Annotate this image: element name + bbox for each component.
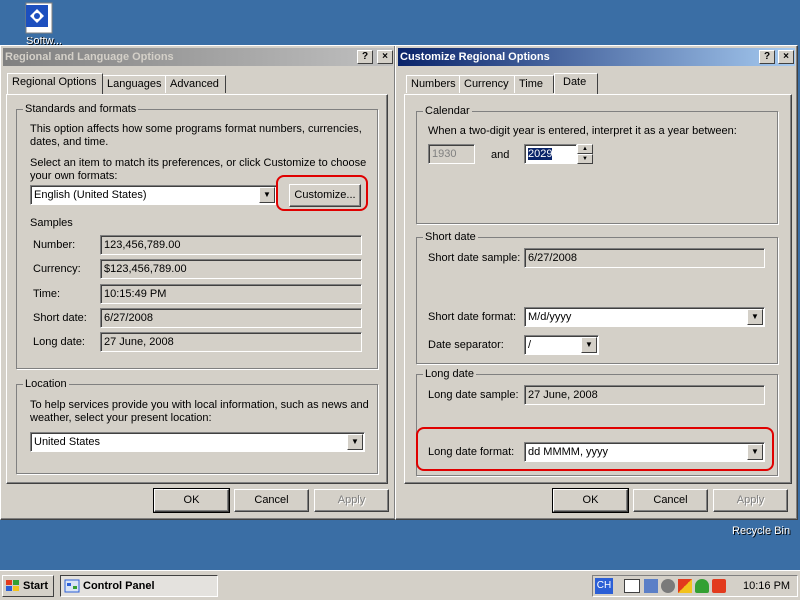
tab-date[interactable]: Date bbox=[554, 73, 598, 94]
right-close-button[interactable]: × bbox=[778, 50, 794, 64]
sample-number-value: 123,456,789.00 bbox=[100, 235, 362, 255]
right-apply-button[interactable]: Apply bbox=[713, 489, 788, 512]
tab-currency[interactable]: Currency bbox=[459, 75, 515, 93]
standards-formats-group: Standards and formats This option affect… bbox=[16, 103, 378, 369]
sample-time-label: Time: bbox=[33, 288, 61, 300]
sample-short-date-value: 6/27/2008 bbox=[100, 308, 362, 328]
calendar-to-year-input[interactable]: 2029 bbox=[524, 144, 577, 164]
chevron-down-icon[interactable]: ▼ bbox=[259, 187, 275, 203]
location-description: To help services provide you with local … bbox=[30, 399, 369, 424]
spin-down-icon[interactable]: ▼ bbox=[577, 154, 593, 164]
start-label: Start bbox=[23, 580, 49, 592]
tab-advanced[interactable]: Advanced bbox=[165, 75, 226, 93]
long-date-sample-label: Long date sample: bbox=[428, 389, 519, 401]
right-window-titlebar[interactable]: Customize Regional Options bbox=[398, 48, 795, 66]
sample-currency-value: $123,456,789.00 bbox=[100, 259, 362, 279]
short-date-format-label: Short date format: bbox=[428, 311, 517, 323]
date-separator-value: / bbox=[528, 339, 532, 351]
long-date-sample-value: 27 June, 2008 bbox=[524, 385, 765, 405]
left-ok-button[interactable]: OK bbox=[153, 488, 230, 513]
right-ok-button[interactable]: OK bbox=[552, 488, 629, 513]
right-tab-strip: Numbers Currency Time Date bbox=[404, 73, 794, 95]
chevron-down-icon[interactable]: ▼ bbox=[347, 434, 363, 450]
location-dropdown[interactable]: United States ▼ bbox=[30, 432, 365, 452]
sample-currency-label: Currency: bbox=[33, 263, 81, 275]
left-tab-strip: Regional Options Languages Advanced bbox=[5, 73, 395, 95]
sample-time-value: 10:15:49 PM bbox=[100, 284, 362, 304]
right-window-title: Customize Regional Options bbox=[400, 51, 550, 63]
short-date-group: Short date Short date sample: 6/27/2008 … bbox=[416, 231, 778, 364]
right-tab-panel: Calendar When a two-digit year is entere… bbox=[404, 94, 792, 484]
calendar-year-spinner[interactable]: ▲ ▼ bbox=[577, 144, 593, 164]
chevron-down-icon[interactable]: ▼ bbox=[747, 309, 763, 325]
standards-description: This option affects how some programs fo… bbox=[30, 123, 362, 148]
long-date-format-highlight-ring bbox=[416, 427, 774, 471]
left-window-titlebar[interactable]: Regional and Language Options bbox=[3, 48, 393, 66]
calendar-title: Calendar bbox=[423, 105, 472, 117]
taskbar: Start Control Panel CH 10:16 PM bbox=[0, 570, 800, 600]
volume-icon[interactable] bbox=[661, 579, 675, 593]
left-window-title: Regional and Language Options bbox=[5, 51, 174, 63]
tab-time[interactable]: Time bbox=[514, 75, 554, 93]
right-cancel-button[interactable]: Cancel bbox=[633, 489, 708, 512]
control-panel-icon bbox=[64, 579, 80, 593]
sample-number-label: Number: bbox=[33, 239, 76, 251]
chevron-down-icon[interactable]: ▼ bbox=[581, 337, 597, 353]
left-cancel-button[interactable]: Cancel bbox=[234, 489, 309, 512]
short-date-format-value: M/d/yyyy bbox=[528, 311, 572, 323]
windows-logo-icon bbox=[6, 580, 19, 591]
samples-label: Samples bbox=[30, 217, 73, 229]
control-panel-task-button[interactable]: Control Panel bbox=[60, 575, 218, 597]
clock: 10:16 PM bbox=[743, 580, 791, 592]
tab-languages[interactable]: Languages bbox=[102, 75, 166, 93]
sample-long-date-label: Long date: bbox=[33, 336, 85, 348]
control-panel-task-label: Control Panel bbox=[83, 580, 155, 592]
location-dropdown-value: United States bbox=[34, 436, 101, 448]
short-date-format-dropdown[interactable]: M/d/yyyy ▼ bbox=[524, 307, 765, 327]
spin-up-icon[interactable]: ▲ bbox=[577, 144, 593, 154]
left-tab-panel: Standards and formats This option affect… bbox=[6, 94, 388, 484]
left-help-button[interactable]: ? bbox=[357, 50, 373, 64]
customize-highlight-ring bbox=[276, 175, 368, 211]
left-close-button[interactable]: × bbox=[377, 50, 393, 64]
system-tray: CH 10:16 PM bbox=[592, 575, 798, 597]
long-date-title: Long date bbox=[423, 368, 476, 380]
tab-numbers[interactable]: Numbers bbox=[406, 75, 460, 93]
standards-formats-title: Standards and formats bbox=[23, 103, 139, 115]
locale-dropdown[interactable]: English (United States) ▼ bbox=[30, 185, 277, 205]
date-separator-dropdown[interactable]: / ▼ bbox=[524, 335, 599, 355]
left-apply-button[interactable]: Apply bbox=[314, 489, 389, 512]
update-icon[interactable] bbox=[712, 579, 726, 593]
short-date-sample-value: 6/27/2008 bbox=[524, 248, 765, 268]
short-date-title: Short date bbox=[423, 231, 478, 243]
calendar-description: When a two-digit year is entered, interp… bbox=[428, 125, 737, 137]
short-date-sample-label: Short date sample: bbox=[428, 252, 521, 264]
location-group: Location To help services provide you wi… bbox=[16, 378, 378, 474]
calendar-from-year: 1930 bbox=[428, 144, 475, 164]
messenger-icon[interactable] bbox=[695, 579, 709, 593]
sample-short-date-label: Short date: bbox=[33, 312, 87, 324]
calendar-and-label: and bbox=[491, 149, 510, 161]
sample-long-date-value: 27 June, 2008 bbox=[100, 332, 362, 352]
right-help-button[interactable]: ? bbox=[759, 50, 775, 64]
location-title: Location bbox=[23, 378, 69, 390]
locale-dropdown-value: English (United States) bbox=[34, 189, 147, 201]
calendar-to-year-value: 2029 bbox=[528, 148, 553, 160]
calendar-group: Calendar When a two-digit year is entere… bbox=[416, 105, 778, 224]
start-button[interactable]: Start bbox=[2, 575, 54, 597]
date-separator-label: Date separator: bbox=[428, 339, 504, 351]
regional-language-options-window: Regional and Language Options ? × Region… bbox=[0, 45, 396, 520]
network-icon[interactable] bbox=[644, 579, 658, 593]
language-indicator[interactable]: CH bbox=[595, 578, 613, 594]
recycle-bin-label[interactable]: Recycle Bin bbox=[732, 525, 790, 537]
keyboard-icon[interactable] bbox=[624, 579, 640, 593]
software-desktop-icon[interactable] bbox=[22, 2, 58, 36]
tab-regional-options[interactable]: Regional Options bbox=[7, 73, 103, 94]
security-icon[interactable] bbox=[678, 579, 692, 593]
